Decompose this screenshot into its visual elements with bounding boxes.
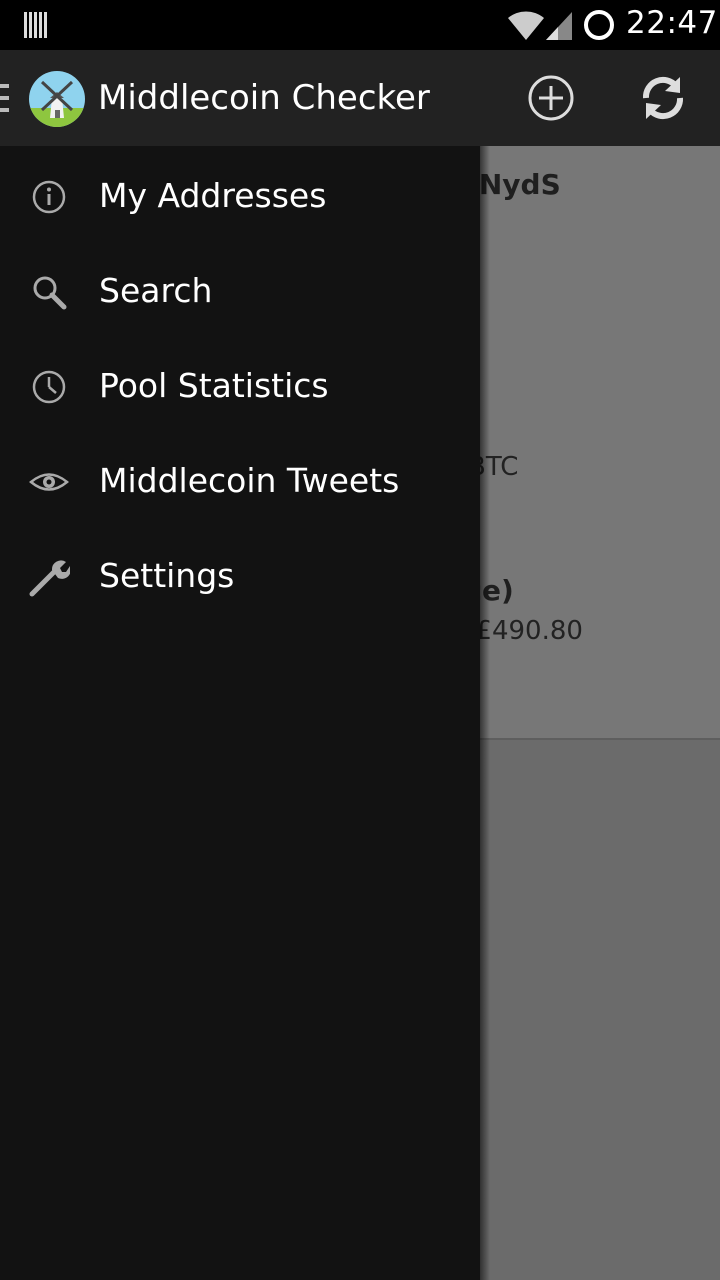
sync-ring-icon — [584, 10, 614, 40]
clock-icon — [32, 370, 66, 404]
notification-bars-icon — [24, 12, 47, 38]
nav-label-my-addresses: My Addresses — [99, 176, 327, 215]
add-icon[interactable] — [526, 73, 576, 123]
nav-label-search: Search — [99, 271, 213, 310]
windmill-logo-icon[interactable] — [28, 70, 86, 128]
info-icon — [32, 180, 66, 214]
nav-item-settings[interactable]: Settings — [0, 528, 480, 623]
app-title: Middlecoin Checker — [98, 78, 430, 118]
action-bar: Middlecoin Checker — [0, 50, 720, 146]
nav-item-pool-statistics[interactable]: Pool Statistics — [0, 338, 480, 433]
nav-item-search[interactable]: Search — [0, 243, 480, 338]
cell-signal-icon — [546, 12, 572, 40]
nav-label-settings: Settings — [99, 556, 235, 595]
search-icon — [33, 276, 67, 310]
refresh-icon[interactable] — [636, 71, 690, 125]
nav-label-pool-statistics: Pool Statistics — [99, 366, 329, 405]
status-time: 22:47 — [626, 5, 718, 41]
screen: 22:47 Middlecoin Checker BTC) | £490.80… — [0, 0, 720, 1280]
nav-label-middlecoin-tweets: Middlecoin Tweets — [99, 461, 400, 500]
eye-icon — [29, 473, 69, 491]
status-bar: 22:47 — [0, 0, 720, 50]
nav-item-middlecoin-tweets[interactable]: Middlecoin Tweets — [0, 433, 480, 528]
drawer-indicator-icon[interactable] — [0, 84, 10, 112]
drawer-shadow — [480, 146, 490, 1280]
navigation-drawer: My Addresses Search Pool Statistics Midd… — [0, 146, 480, 1280]
nav-item-my-addresses[interactable]: My Addresses — [0, 148, 480, 243]
wifi-icon — [508, 11, 544, 40]
wrench-icon — [29, 560, 70, 597]
